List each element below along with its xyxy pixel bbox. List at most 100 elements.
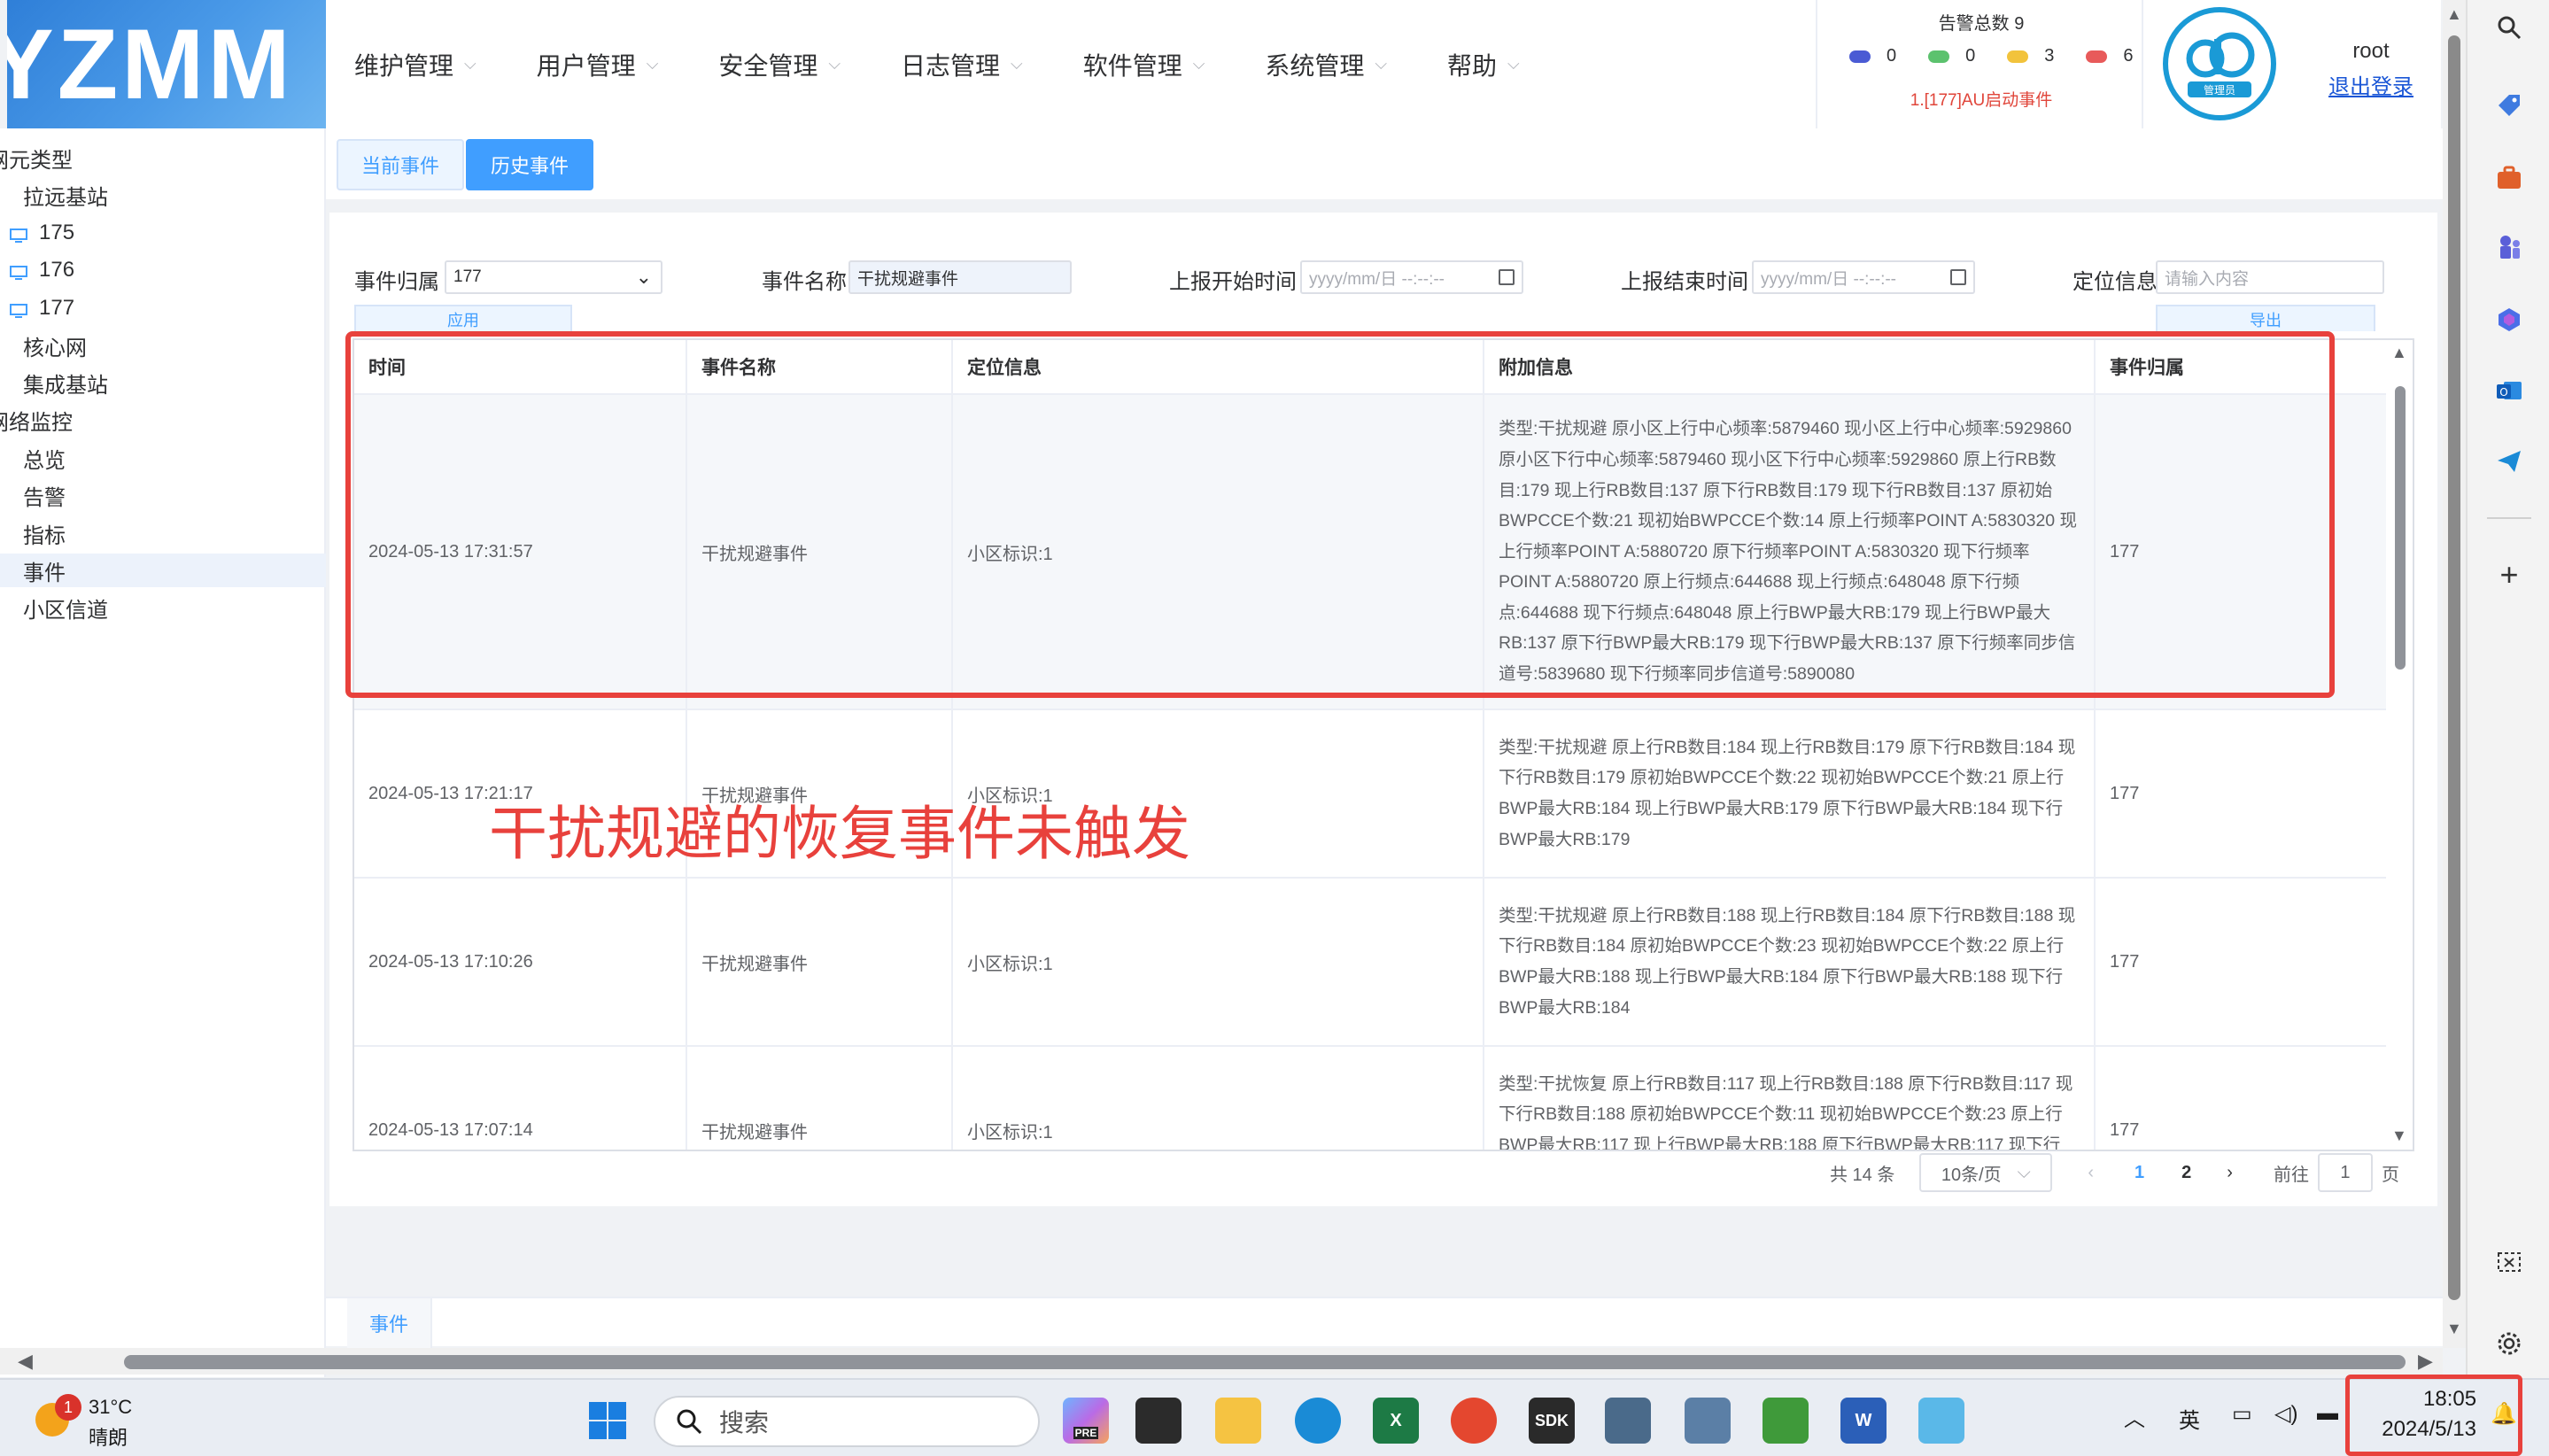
scroll-left-icon[interactable]: ◀ — [18, 1350, 33, 1373]
cell-time: 2024-05-13 17:31:57 — [354, 395, 687, 709]
tree-item[interactable]: 网元类型 — [0, 141, 314, 174]
feishu-icon[interactable] — [1918, 1398, 1964, 1444]
column-header-location[interactable]: 定位信息 — [953, 340, 1484, 393]
scrollbar-thumb[interactable] — [124, 1355, 2406, 1369]
word-icon[interactable]: W — [1840, 1398, 1887, 1444]
alarm-level-minor-dot — [2007, 50, 2029, 63]
tab-history-events[interactable]: 历史事件 — [466, 139, 593, 190]
copilot-icon[interactable] — [2494, 305, 2524, 335]
event-name-input[interactable]: 干扰规避事件 — [848, 260, 1072, 294]
edge-browser-icon[interactable] — [1295, 1398, 1341, 1444]
screenshot-icon[interactable] — [2494, 1247, 2524, 1277]
scroll-down-icon[interactable]: ▼ — [2446, 1320, 2462, 1338]
table-row[interactable]: 2024-05-13 17:07:14 干扰规避事件 小区标识:1 类型:干扰恢复 原… — [354, 1047, 2386, 1150]
nav-logs[interactable]: 日志管理 ⌵ — [901, 47, 1023, 82]
calculator-icon[interactable] — [1605, 1398, 1651, 1444]
battery-icon[interactable]: ▬ — [2317, 1401, 2338, 1426]
prev-page-icon[interactable]: ‹ — [2088, 1163, 2094, 1183]
page-1[interactable]: 1 — [2134, 1163, 2144, 1183]
file-explorer-icon[interactable] — [1215, 1398, 1261, 1444]
tab-events[interactable]: 事件 — [347, 1298, 432, 1348]
nav-users[interactable]: 用户管理 ⌵ — [537, 47, 659, 82]
location-input[interactable]: 请输入内容 — [2156, 260, 2384, 294]
tree-item[interactable]: 网络监控 — [0, 404, 314, 438]
column-header-extra-info[interactable]: 附加信息 — [1484, 340, 2096, 393]
volume-icon[interactable]: ◁) — [2274, 1401, 2297, 1427]
buildings-app-icon[interactable] — [1685, 1398, 1731, 1444]
belong-value: 177 — [453, 267, 482, 286]
weather-widget[interactable]: 1 31°C 晴朗 — [35, 1394, 151, 1449]
outlook-icon[interactable]: O — [2494, 376, 2524, 406]
start-windows-icon[interactable] — [585, 1398, 631, 1444]
calendar-icon[interactable] — [1499, 269, 1515, 285]
tree-item[interactable]: 指标 — [0, 516, 326, 550]
tray-overflow-icon[interactable]: ︿ — [2124, 1401, 2145, 1432]
scroll-down-icon[interactable]: ▼ — [2391, 1127, 2407, 1145]
swirl-app-icon[interactable] — [1451, 1398, 1497, 1444]
goto-page-input[interactable]: 1 — [2317, 1153, 2373, 1192]
tree-item[interactable]: 177 — [0, 291, 326, 325]
tree-item-label: 176 — [39, 258, 75, 283]
table-row[interactable]: 2024-05-13 17:10:26 干扰规避事件 小区标识:1 类型:干扰规避 原… — [354, 879, 2386, 1047]
notification-badge: 1 — [55, 1394, 81, 1421]
column-header-event-name[interactable]: 事件名称 — [687, 340, 953, 393]
alarm-level-warning-dot — [2086, 50, 2108, 63]
table-vertical-scrollbar[interactable]: ▲ ▼ — [2386, 340, 2413, 1150]
page-2[interactable]: 2 — [2181, 1163, 2191, 1183]
belong-select[interactable]: 177 ⌄ — [445, 260, 662, 294]
tree-item[interactable]: 拉远基站 — [0, 178, 326, 212]
taskbar-search[interactable]: 搜索 — [654, 1396, 1040, 1447]
tree-item[interactable]: 告警 — [0, 479, 326, 513]
scrollbar-thumb[interactable] — [2448, 35, 2460, 1300]
search-icon[interactable] — [2494, 12, 2524, 43]
table-row[interactable]: 2024-05-13 17:31:57 干扰规避事件 小区标识:1 类型:干扰规避 原… — [354, 395, 2386, 710]
page-vertical-scrollbar[interactable]: ▲ ▼ — [2443, 0, 2466, 1348]
tree-item[interactable]: 176 — [0, 253, 326, 287]
network-icon[interactable]: ▭ — [2232, 1401, 2252, 1427]
next-page-icon[interactable]: › — [2227, 1163, 2233, 1183]
alarm-latest-event[interactable]: 1.[177]AU启动事件 — [1817, 87, 2145, 111]
tree-item[interactable]: 总览 — [0, 441, 326, 475]
export-button[interactable]: 导出 — [2156, 305, 2375, 331]
highlight-rectangle — [2345, 1375, 2522, 1456]
nav-software[interactable]: 软件管理 ⌵ — [1083, 47, 1205, 82]
start-time-input[interactable]: yyyy/mm/日 --:--:-- — [1300, 260, 1523, 294]
avatar: 管理员 — [2163, 7, 2276, 120]
nav-maintenance[interactable]: 维护管理 ⌵ — [354, 47, 476, 82]
apply-button[interactable]: 应用 — [354, 305, 572, 331]
green-app-icon[interactable] — [1763, 1398, 1809, 1444]
task-view-icon[interactable] — [1135, 1398, 1182, 1444]
briefcase-icon[interactable] — [2494, 163, 2524, 193]
tree-item[interactable]: 175 — [0, 216, 326, 250]
alarm-summary[interactable]: 告警总数 9 0 0 3 6 1.[177]AU启动事件 — [1816, 0, 2143, 128]
nav-help[interactable]: 帮助 ⌵ — [1447, 47, 1520, 82]
tree-item[interactable]: 核心网 — [0, 329, 326, 362]
copilot-icon[interactable]: PRE — [1063, 1398, 1109, 1444]
column-header-belong[interactable]: 事件归属 — [2096, 340, 2386, 393]
scrollbar-thumb[interactable] — [2395, 386, 2406, 670]
gear-icon[interactable] — [2494, 1328, 2524, 1359]
chess-icon[interactable] — [2494, 232, 2524, 262]
scroll-up-icon[interactable]: ▲ — [2391, 344, 2407, 362]
add-icon[interactable]: + — [2494, 556, 2524, 592]
ime-indicator[interactable]: 英 — [2179, 1403, 2200, 1434]
nav-security[interactable]: 安全管理 ⌵ — [718, 47, 841, 82]
send-icon[interactable] — [2494, 446, 2524, 476]
nav-system[interactable]: 系统管理 ⌵ — [1265, 47, 1387, 82]
tree-item[interactable]: 事件 — [0, 554, 326, 588]
tree-item[interactable]: 集成基站 — [0, 366, 326, 399]
logout-link[interactable]: 退出登录 — [2305, 69, 2437, 100]
excel-icon[interactable]: X — [1373, 1398, 1419, 1444]
tag-icon[interactable] — [2494, 90, 2524, 120]
calendar-icon[interactable] — [1950, 269, 1966, 285]
belong-label: 事件归属 — [354, 270, 439, 294]
sdk-app-icon[interactable]: SDK — [1529, 1398, 1575, 1444]
column-header-time[interactable]: 时间 — [354, 340, 687, 393]
end-time-input[interactable]: yyyy/mm/日 --:--:-- — [1752, 260, 1975, 294]
horizontal-scrollbar[interactable]: ◀ ▶ — [0, 1348, 2443, 1375]
scroll-right-icon[interactable]: ▶ — [2418, 1350, 2433, 1373]
page-size-select[interactable]: 10条/页 ⌵ — [1919, 1153, 2053, 1192]
tab-current-events[interactable]: 当前事件 — [337, 139, 464, 190]
tree-item[interactable]: 小区信道 — [0, 592, 326, 625]
scroll-up-icon[interactable]: ▲ — [2446, 5, 2462, 24]
